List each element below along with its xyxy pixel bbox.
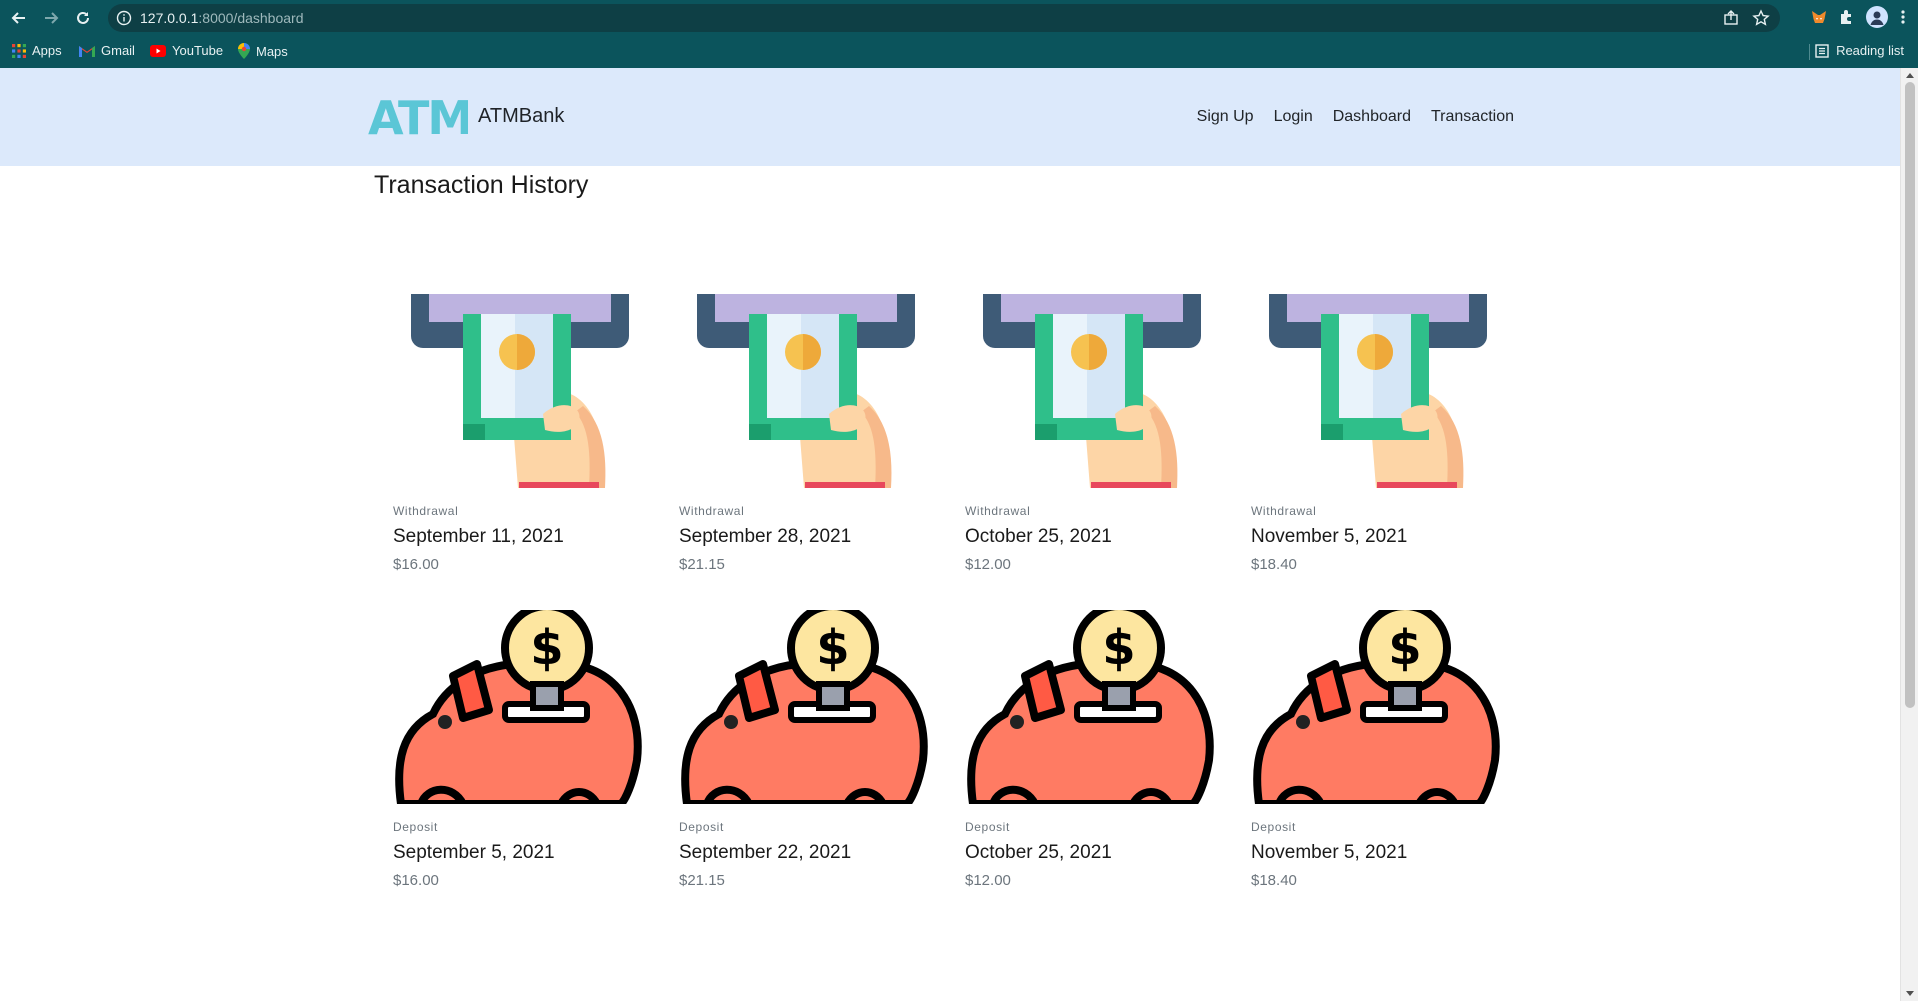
transaction-image [965,294,1223,488]
bookmark-star-icon[interactable] [1752,9,1770,27]
transaction-type: Withdrawal [965,504,1031,518]
reload-icon [77,11,89,24]
transaction-date: October 25, 2021 [965,526,1112,547]
transaction-type: Withdrawal [679,504,745,518]
bookmark-gmail[interactable]: Gmail [79,43,135,58]
transaction-type: Withdrawal [393,504,459,518]
scroll-up-arrow-icon[interactable] [1906,73,1914,78]
maps-icon [238,43,250,59]
transaction-image [1251,294,1509,488]
transaction-amount: $12.00 [965,872,1011,889]
transaction-image: $ [393,610,651,804]
reading-list-button[interactable]: Reading list [1815,43,1904,58]
scroll-down-arrow-icon[interactable] [1906,991,1914,996]
transaction-amount: $18.40 [1251,556,1297,573]
bookmark-label: Apps [32,43,62,58]
site-navbar: ATM ATMBank Sign Up Login Dashboard Tran… [0,68,1900,166]
transaction-amount: $16.00 [393,556,439,573]
transaction-amount: $21.15 [679,872,725,889]
transaction-type: Deposit [1251,820,1296,834]
bookmark-label: YouTube [172,43,224,58]
extensions-puzzle-icon[interactable] [1838,8,1856,26]
brand[interactable]: ATM ATMBank [368,94,564,138]
gmail-icon [79,45,95,57]
transaction-type: Deposit [393,820,438,834]
svg-text:$: $ [1102,620,1135,676]
page-title: Transaction History [374,171,589,199]
transaction-date: September 22, 2021 [679,842,852,863]
reading-list-icon [1815,43,1829,58]
transaction-date: October 25, 2021 [965,842,1112,863]
url-path: :8000/dashboard [198,10,304,26]
profile-avatar[interactable] [1866,6,1888,28]
reading-list-label: Reading list [1836,43,1904,58]
transaction-date: November 5, 2021 [1251,842,1408,863]
logo-text: ATM [368,94,468,138]
site-info-icon[interactable] [116,10,132,26]
atm-cash-withdrawal-icon [697,294,915,488]
atm-logo-icon[interactable]: ATM [368,94,468,138]
nav-dashboard[interactable]: Dashboard [1333,108,1411,126]
share-icon[interactable] [1722,9,1740,27]
nav-transaction[interactable]: Transaction [1431,108,1514,126]
back-button[interactable] [8,7,30,29]
browser-toolbar: 127.0.0.1:8000/dashboard [0,0,1918,36]
url-text[interactable]: 127.0.0.1:8000/dashboard [140,10,303,26]
transaction-image: $ [1251,610,1509,804]
bookmark-maps[interactable]: Maps [238,43,288,59]
browser-chrome: 127.0.0.1:8000/dashboard Apps Gmail YouT… [0,0,1918,68]
bookmark-label: Gmail [101,43,135,58]
main-menu: Sign Up Login Dashboard Transaction [1197,108,1514,126]
address-bar[interactable]: 127.0.0.1:8000/dashboard [108,4,1780,32]
transaction-date: September 28, 2021 [679,526,852,547]
bookmark-youtube[interactable]: YouTube [150,43,223,58]
page-viewport: ATM ATMBank Sign Up Login Dashboard Tran… [0,68,1900,1001]
piggy-bank-deposit-icon: $ [1253,610,1500,804]
svg-text:$: $ [530,620,563,676]
bookmarks-divider [1809,44,1810,60]
nav-login[interactable]: Login [1274,108,1313,126]
atm-cash-withdrawal-icon [1269,294,1487,488]
bookmark-apps[interactable]: Apps [12,43,62,58]
piggy-bank-deposit-icon: $ [681,610,928,804]
browser-menu-icon[interactable] [1898,8,1908,26]
page-scrollbar[interactable] [1900,68,1918,1001]
atm-cash-withdrawal-icon [411,294,629,488]
back-arrow-icon [11,12,25,24]
piggy-bank-deposit-icon: $ [967,610,1214,804]
transaction-type: Deposit [965,820,1010,834]
bookmark-label: Maps [256,43,288,59]
transaction-amount: $16.00 [393,872,439,889]
forward-button[interactable] [40,7,62,29]
transaction-type: Withdrawal [1251,504,1317,518]
youtube-icon [150,44,166,57]
nav-sign-up[interactable]: Sign Up [1197,108,1254,126]
brand-name[interactable]: ATMBank [478,105,564,128]
url-host: 127.0.0.1 [140,10,199,26]
transaction-amount: $18.40 [1251,872,1297,889]
avatar-icon [1870,11,1884,25]
svg-text:$: $ [816,620,849,676]
transaction-date: September 11, 2021 [393,526,564,547]
apps-grid-icon [12,43,26,58]
transaction-image [679,294,937,488]
transaction-image: $ [965,610,1223,804]
metamask-extension-icon[interactable] [1810,8,1828,26]
bookmarks-bar: Apps Gmail YouTube Maps Reading list [0,38,1918,66]
reload-button[interactable] [72,7,94,29]
atm-cash-withdrawal-icon [983,294,1201,488]
transaction-date: November 5, 2021 [1251,526,1408,547]
transaction-type: Deposit [679,820,724,834]
transaction-amount: $12.00 [965,556,1011,573]
forward-arrow-icon [45,12,59,24]
piggy-bank-deposit-icon: $ [395,610,642,804]
transaction-image [393,294,651,488]
scrollbar-thumb[interactable] [1905,82,1915,708]
transaction-image: $ [679,610,937,804]
svg-text:$: $ [1388,620,1421,676]
transaction-date: September 5, 2021 [393,842,555,863]
transaction-amount: $21.15 [679,556,725,573]
